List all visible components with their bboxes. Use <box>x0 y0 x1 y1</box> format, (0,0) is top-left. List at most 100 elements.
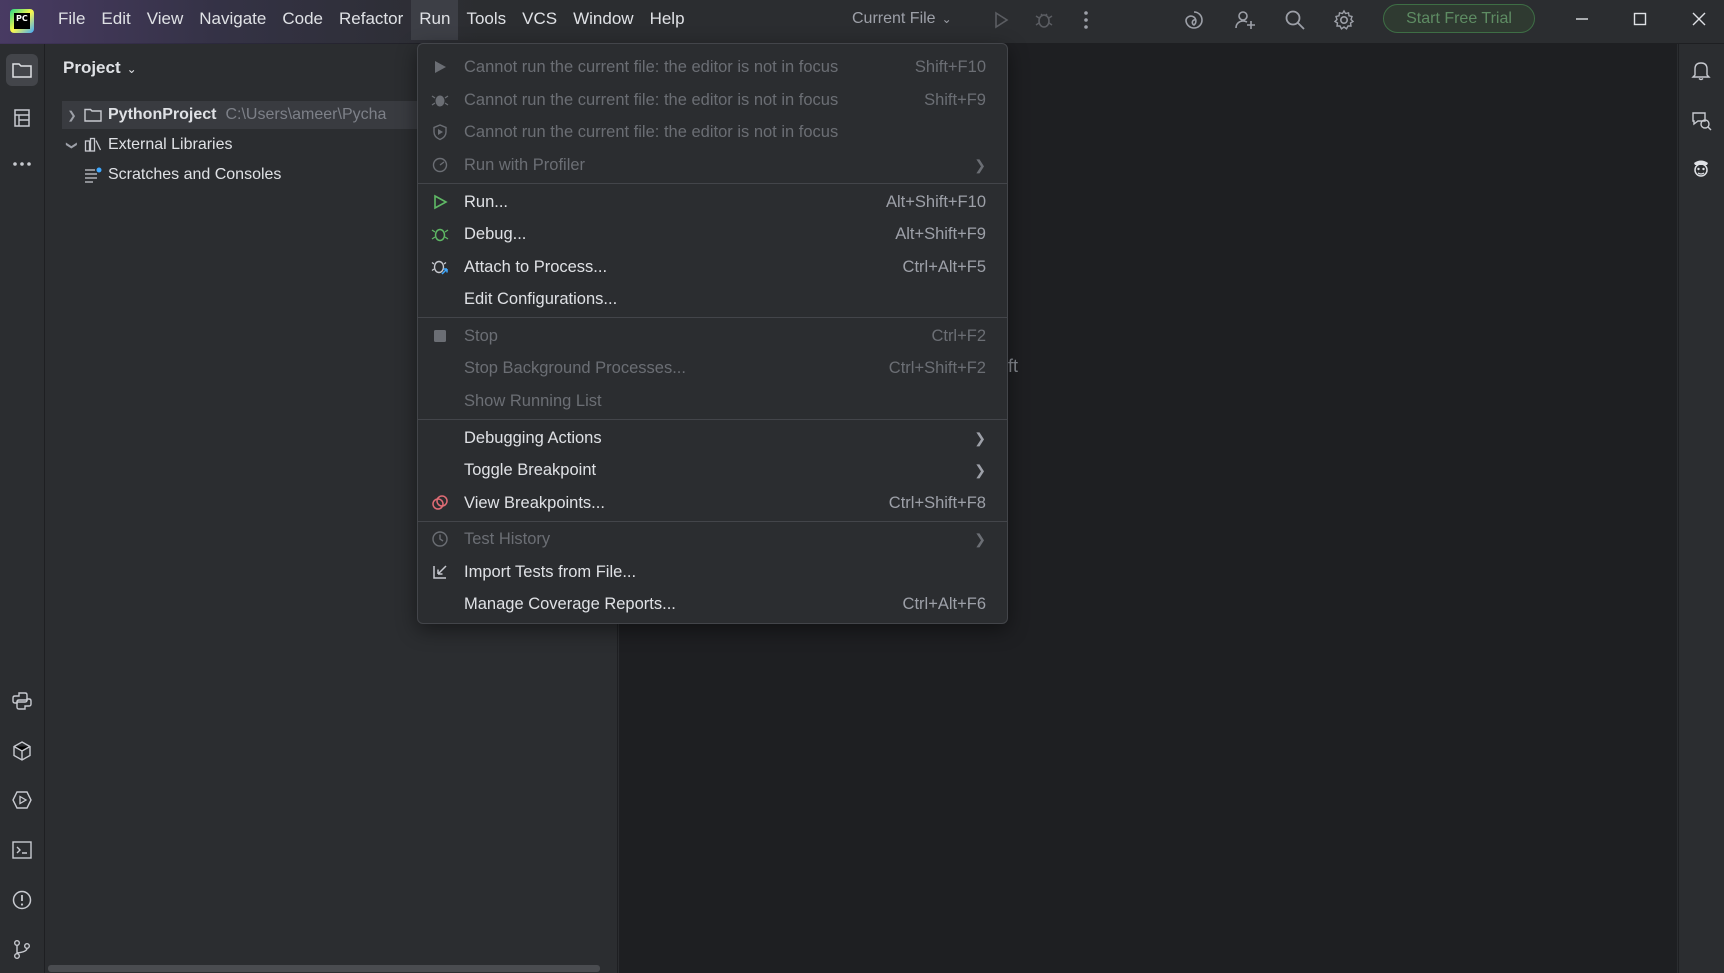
menu-item-label: Stop Background Processes... <box>464 358 686 377</box>
start-free-trial-button[interactable]: Start Free Trial <box>1383 4 1535 33</box>
debug-toolbar-icon[interactable] <box>1030 6 1058 34</box>
settings-gear-icon[interactable] <box>1330 6 1358 34</box>
close-window-icon[interactable] <box>1679 4 1719 34</box>
menu-edit[interactable]: Edit <box>93 0 138 40</box>
history-icon <box>430 529 450 549</box>
chevron-down-icon: ⌄ <box>941 12 952 26</box>
problems-icon[interactable] <box>6 884 38 916</box>
run-toolbar-icon[interactable] <box>987 6 1015 34</box>
chevron-down-icon[interactable]: ❯ <box>66 135 79 155</box>
menu-item-shortcut: Ctrl+F2 <box>931 326 986 345</box>
menu-item-shortcut: Ctrl+Shift+F2 <box>888 358 986 377</box>
python-packages-icon[interactable] <box>6 735 38 767</box>
menu-item-import-tests[interactable]: Import Tests from File... <box>424 556 1001 588</box>
menu-view[interactable]: View <box>139 0 192 40</box>
chevron-down-icon: ⌄ <box>126 62 137 76</box>
menu-item-debugging-actions[interactable]: Debugging Actions ❯ <box>424 422 1001 454</box>
menu-item-toggle-breakpoint[interactable]: Toggle Breakpoint ❯ <box>424 454 1001 486</box>
debug-icon <box>430 90 450 110</box>
chevron-right-icon: ❯ <box>974 530 986 547</box>
menu-tools[interactable]: Tools <box>458 0 514 40</box>
menu-separator <box>418 183 1007 184</box>
ai-chat-icon[interactable] <box>1685 104 1717 136</box>
title-bar: PC File Edit View Navigate Code Refactor… <box>0 0 1724 44</box>
menu-item-coverage-current-file[interactable]: Cannot run the current file: the editor … <box>424 116 1001 148</box>
menu-item-attach-to-process[interactable]: Attach to Process... Ctrl+Alt+F5 <box>424 251 1001 283</box>
main-menu: File Edit View Navigate Code Refactor Ru… <box>50 0 693 40</box>
menu-item-show-running-list[interactable]: Show Running List <box>424 385 1001 417</box>
debug-icon <box>430 224 450 244</box>
menu-file[interactable]: File <box>50 0 93 40</box>
menu-item-shortcut: Alt+Shift+F10 <box>886 192 986 211</box>
minimize-window-icon[interactable] <box>1562 4 1602 34</box>
more-options-icon[interactable] <box>1072 6 1100 34</box>
horizontal-scrollbar[interactable] <box>48 965 600 972</box>
menu-help[interactable]: Help <box>642 0 693 40</box>
pycharm-logo-icon[interactable]: PC <box>10 9 34 33</box>
menu-item-run[interactable]: Run... Alt+Shift+F10 <box>424 186 1001 218</box>
menu-item-manage-coverage-reports[interactable]: Manage Coverage Reports... Ctrl+Alt+F6 <box>424 588 1001 620</box>
tree-item-external-libraries[interactable]: ❯ External Libraries <box>62 131 233 159</box>
menu-item-label: Edit Configurations... <box>464 289 618 308</box>
tree-item-label: PythonProject <box>108 106 217 123</box>
attach-icon <box>430 257 450 277</box>
services-icon[interactable] <box>6 784 38 816</box>
ai-assistant-icon[interactable] <box>1180 6 1208 34</box>
notifications-bell-icon[interactable] <box>1685 54 1717 86</box>
scratches-icon <box>82 167 104 183</box>
project-panel-title[interactable]: Project ⌄ <box>63 58 137 78</box>
run-icon <box>430 192 450 212</box>
menu-item-shortcut: Shift+F10 <box>914 57 986 76</box>
menu-item-stop-background-processes[interactable]: Stop Background Processes... Ctrl+Shift+… <box>424 352 1001 384</box>
plugin-mascot-icon[interactable] <box>1685 152 1717 184</box>
menu-vcs[interactable]: VCS <box>514 0 565 40</box>
menu-item-stop[interactable]: Stop Ctrl+F2 <box>424 320 1001 352</box>
menu-run[interactable]: Run <box>411 0 459 40</box>
chevron-right-icon: ❯ <box>974 461 986 478</box>
menu-item-shortcut: Ctrl+Shift+F8 <box>888 493 986 512</box>
add-user-icon[interactable] <box>1231 6 1259 34</box>
menu-item-label: Manage Coverage Reports... <box>464 594 676 613</box>
more-tool-windows-icon[interactable] <box>6 148 38 180</box>
menu-refactor[interactable]: Refactor <box>331 0 411 40</box>
terminal-icon[interactable] <box>6 834 38 866</box>
project-folder-icon[interactable] <box>6 54 38 86</box>
left-tool-strip <box>0 44 45 973</box>
tree-item-path: C:\Users\ameer\Pycha <box>225 106 387 123</box>
menu-item-run-current-file[interactable]: Cannot run the current file: the editor … <box>424 51 1001 83</box>
menu-item-shortcut: Ctrl+Alt+F6 <box>902 594 986 613</box>
menu-window[interactable]: Window <box>565 0 641 40</box>
menu-item-view-breakpoints[interactable]: View Breakpoints... Ctrl+Shift+F8 <box>424 487 1001 519</box>
menu-item-edit-configurations[interactable]: Edit Configurations... <box>424 283 1001 315</box>
structure-icon[interactable] <box>6 102 38 134</box>
menu-separator <box>418 521 1007 522</box>
menu-item-debug-current-file[interactable]: Cannot run the current file: the editor … <box>424 84 1001 116</box>
python-console-icon[interactable] <box>6 685 38 717</box>
menu-separator <box>418 419 1007 420</box>
menu-item-label: Debug... <box>464 224 527 243</box>
editor-empty-hint: ft <box>1008 356 1019 376</box>
search-icon[interactable] <box>1281 6 1309 34</box>
tree-item-label: Scratches and Consoles <box>108 166 282 183</box>
chevron-right-icon: ❯ <box>974 156 986 173</box>
run-configuration-selector[interactable]: Current File ⌄ <box>852 0 952 38</box>
menu-item-label: Cannot run the current file: the editor … <box>464 122 839 141</box>
menu-item-label: Test History <box>464 529 551 548</box>
maximize-window-icon[interactable] <box>1620 4 1660 34</box>
menu-item-label: Import Tests from File... <box>464 562 637 581</box>
tree-item-scratches-and-consoles[interactable]: Scratches and Consoles <box>62 161 281 189</box>
menu-item-label: Cannot run the current file: the editor … <box>464 90 839 109</box>
menu-item-label: Attach to Process... <box>464 257 608 276</box>
menu-navigate[interactable]: Navigate <box>191 0 274 40</box>
import-icon <box>430 562 450 582</box>
profiler-icon <box>430 155 450 175</box>
run-icon <box>430 57 450 77</box>
library-icon <box>82 137 104 153</box>
chevron-right-icon[interactable]: ❯ <box>62 109 82 122</box>
menu-item-label: Stop <box>464 326 498 345</box>
menu-item-debug[interactable]: Debug... Alt+Shift+F9 <box>424 218 1001 250</box>
menu-item-test-history[interactable]: Test History ❯ <box>424 523 1001 555</box>
git-branch-icon[interactable] <box>6 933 38 965</box>
menu-item-run-with-profiler[interactable]: Run with Profiler ❯ <box>424 149 1001 181</box>
menu-code[interactable]: Code <box>274 0 331 40</box>
